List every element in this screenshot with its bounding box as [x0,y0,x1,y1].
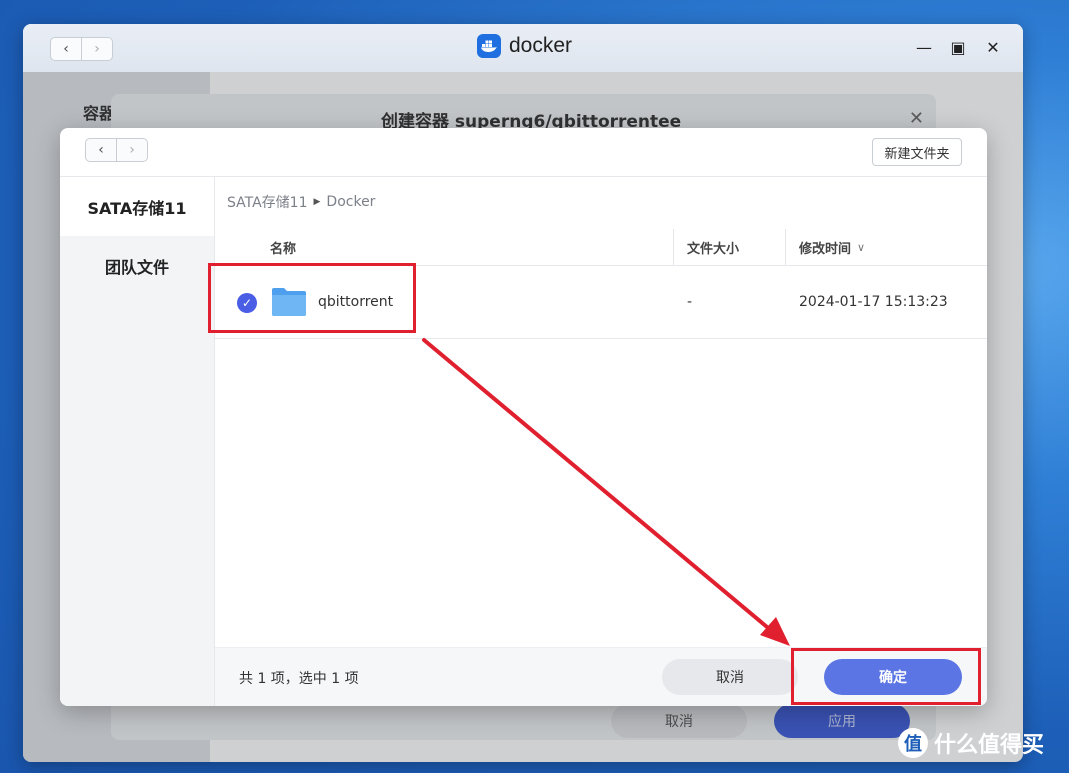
watermark-text: 什么值得买 [934,733,1045,758]
file-modified: 2024-01-17 15:13:23 [799,294,948,310]
column-divider [785,229,786,265]
column-name[interactable]: 名称 [270,229,296,265]
column-divider [673,229,674,265]
back-icon[interactable]: ‹ [86,139,116,161]
breadcrumb-arrow-icon: ▶ [313,197,321,207]
column-modified[interactable]: 修改时间 ∨ [799,229,865,265]
selection-status: 共 1 项，选中 1 项 [239,671,359,687]
window-nav: ‹ › [50,37,113,61]
table-header: 名称 文件大小 修改时间 ∨ [215,229,987,266]
annotation-box-confirm [791,648,981,705]
minimize-icon[interactable]: — [913,38,935,57]
file-size: - [687,294,693,310]
picker-nav: ‹ › [85,138,148,162]
picker-content: SATA存储11 ▶ Docker 名称 文件大小 修改时间 ∨ ✓ qbitt… [215,177,987,706]
folder-picker-dialog: ‹ › 新建文件夹 SATA存储11 团队文件 SATA存储11 ▶ Docke… [60,128,987,706]
column-size[interactable]: 文件大小 [687,229,739,265]
window-title-text: docker [509,34,573,57]
close-icon[interactable]: ✕ [982,38,1004,57]
window-titlebar: ‹ › docker — ▣ ✕ [23,24,1023,72]
breadcrumb-item[interactable]: Docker [326,194,375,210]
sidebar-item-team-files[interactable]: 团队文件 [60,236,214,295]
watermark: 值 什么值得买 [898,727,1044,759]
maximize-icon[interactable]: ▣ [947,38,969,57]
breadcrumb-item[interactable]: SATA存储11 [227,192,308,212]
forward-icon[interactable]: › [116,139,147,161]
back-icon[interactable]: ‹ [51,38,81,60]
picker-toolbar: ‹ › 新建文件夹 [60,128,987,177]
forward-icon[interactable]: › [81,38,112,60]
annotation-box-folder [208,263,416,333]
column-modified-label: 修改时间 [799,241,852,257]
sort-chevron-icon: ∨ [857,240,866,254]
new-folder-button[interactable]: 新建文件夹 [872,138,962,166]
docker-logo-icon [477,34,501,58]
breadcrumb: SATA存储11 ▶ Docker [227,192,375,212]
watermark-logo-icon: 值 [898,728,928,758]
cancel-button[interactable]: 取消 [662,659,798,695]
window-title: docker [477,34,572,58]
sidebar-item-sata[interactable]: SATA存储11 [60,177,214,236]
picker-sidebar: SATA存储11 团队文件 [60,177,215,706]
